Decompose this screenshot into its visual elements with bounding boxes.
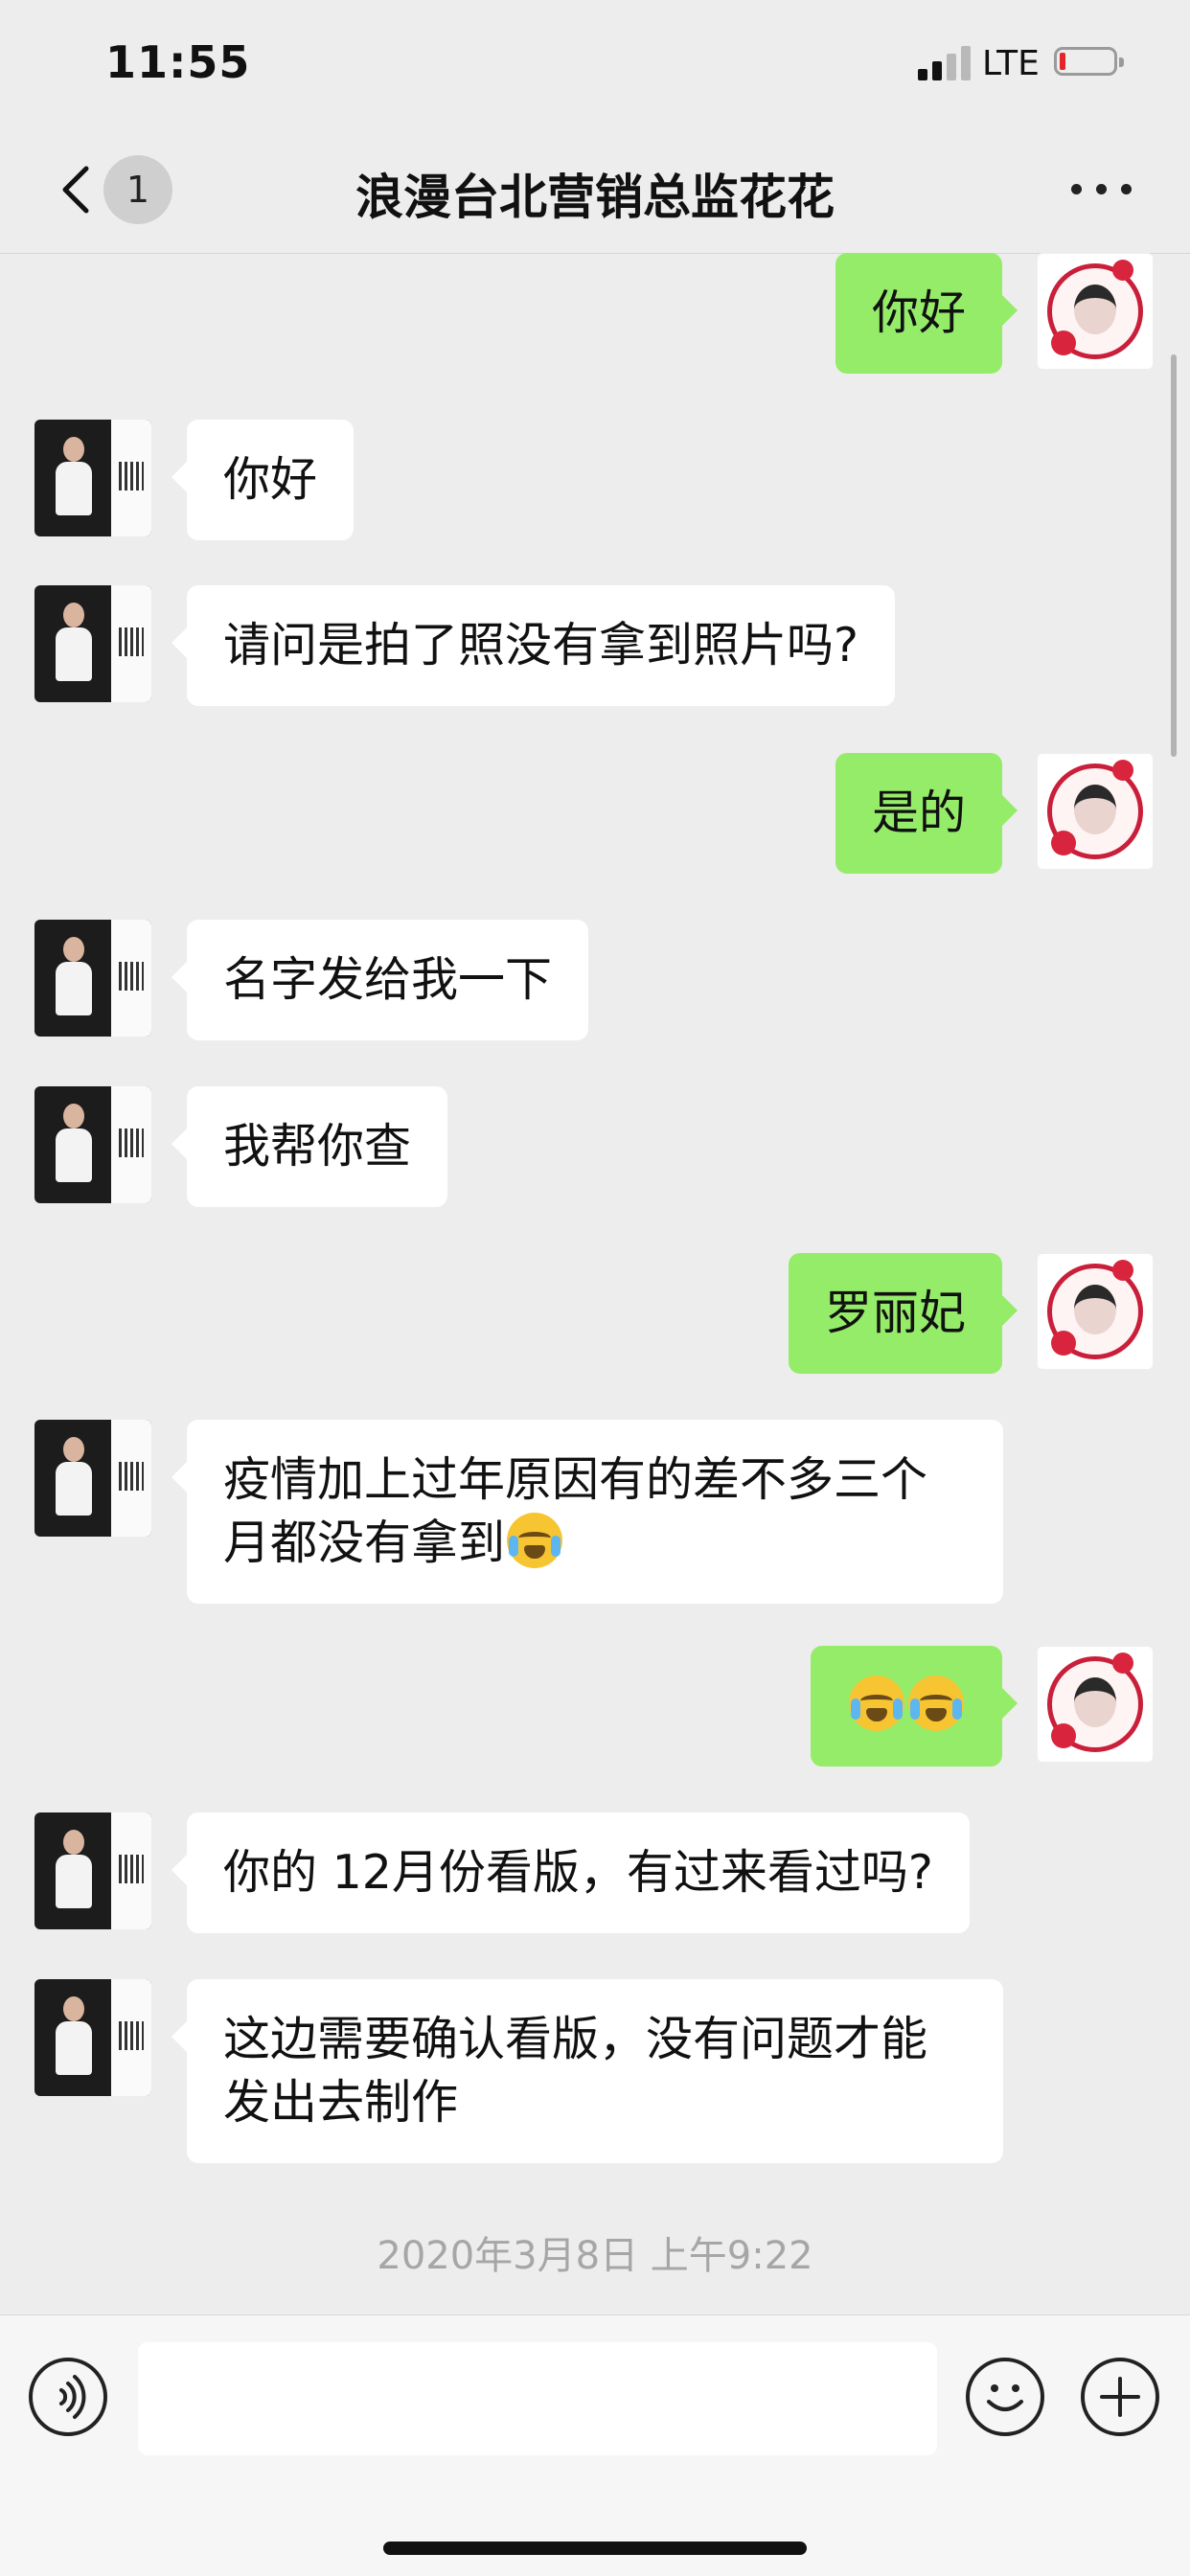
message-input[interactable] xyxy=(138,2342,937,2455)
more-options-icon[interactable] xyxy=(1064,159,1140,217)
loudly-crying-face-icon xyxy=(849,1676,904,1731)
input-bar xyxy=(0,2314,1190,2576)
scrollbar[interactable] xyxy=(1171,354,1177,757)
contact-avatar[interactable] xyxy=(34,1812,151,1929)
message-bubble-sent[interactable]: 你好 xyxy=(835,253,1018,374)
message-text: 名字发给我一下 xyxy=(223,952,553,1007)
message-text: 你好 xyxy=(223,452,318,507)
contact-avatar[interactable] xyxy=(34,920,151,1037)
message-bubble-sent[interactable]: 是的 xyxy=(835,753,1018,874)
message-text: 疫情加上过年原因有的差不多三个月都没有拿到 xyxy=(223,1452,928,1570)
my-avatar[interactable] xyxy=(1037,1253,1154,1370)
message-bubble-received[interactable]: 你好 xyxy=(171,420,355,540)
message-text: 这边需要确认看版，没有问题才能发出去制作 xyxy=(223,2012,928,2130)
plus-icon[interactable] xyxy=(1081,2358,1159,2436)
message-text: 罗丽妃 xyxy=(824,1286,966,1340)
my-avatar[interactable] xyxy=(1037,1646,1154,1763)
signal-icon xyxy=(918,46,973,80)
contact-avatar[interactable] xyxy=(34,420,151,536)
my-avatar[interactable] xyxy=(1037,253,1154,370)
loudly-crying-face-icon xyxy=(507,1513,563,1568)
chat-title: 浪漫台北营销总监花花 xyxy=(355,170,835,225)
message-text: 你好 xyxy=(871,285,966,340)
message-bubble-sent[interactable]: 罗丽妃 xyxy=(788,1253,1018,1374)
message-bubble-received[interactable]: 这边需要确认看版，没有问题才能发出去制作 xyxy=(172,1979,1003,2163)
contact-avatar[interactable] xyxy=(34,1420,151,1537)
message-bubble-sent[interactable] xyxy=(811,1646,1018,1767)
message-text: 我帮你查 xyxy=(223,1119,412,1174)
message-timestamp: 2020年3月8日 上午9:22 xyxy=(377,2234,813,2278)
message-bubble-received[interactable]: 你的 12月份看版，有过来看过吗? xyxy=(172,1812,970,1933)
home-indicator[interactable] xyxy=(383,2542,807,2555)
message-bubble-received[interactable]: 疫情加上过年原因有的差不多三个月都没有拿到 xyxy=(172,1420,1003,1604)
voice-icon[interactable] xyxy=(29,2358,107,2436)
message-bubble-received[interactable]: 名字发给我一下 xyxy=(171,920,589,1040)
status-bar: 11:55 LTE xyxy=(0,0,1190,125)
contact-avatar[interactable] xyxy=(34,1086,151,1203)
clock: 11:55 xyxy=(105,36,251,88)
network-label: LTE xyxy=(982,44,1040,83)
message-text: 请问是拍了照没有拿到照片吗? xyxy=(223,618,859,672)
battery-icon xyxy=(1054,47,1124,76)
contact-avatar[interactable] xyxy=(34,1979,151,2096)
message-bubble-received[interactable]: 请问是拍了照没有拿到照片吗? xyxy=(171,585,896,706)
message-bubble-received[interactable]: 我帮你查 xyxy=(171,1086,448,1207)
contact-avatar[interactable] xyxy=(34,585,151,702)
message-text: 你的 12月份看版，有过来看过吗? xyxy=(223,1845,933,1900)
loudly-crying-face-icon xyxy=(908,1676,964,1731)
emoji-icon[interactable] xyxy=(966,2358,1044,2436)
my-avatar[interactable] xyxy=(1037,753,1154,870)
message-text: 是的 xyxy=(871,786,966,840)
chat-header: 1 浪漫台北营销总监花花 xyxy=(0,125,1190,254)
